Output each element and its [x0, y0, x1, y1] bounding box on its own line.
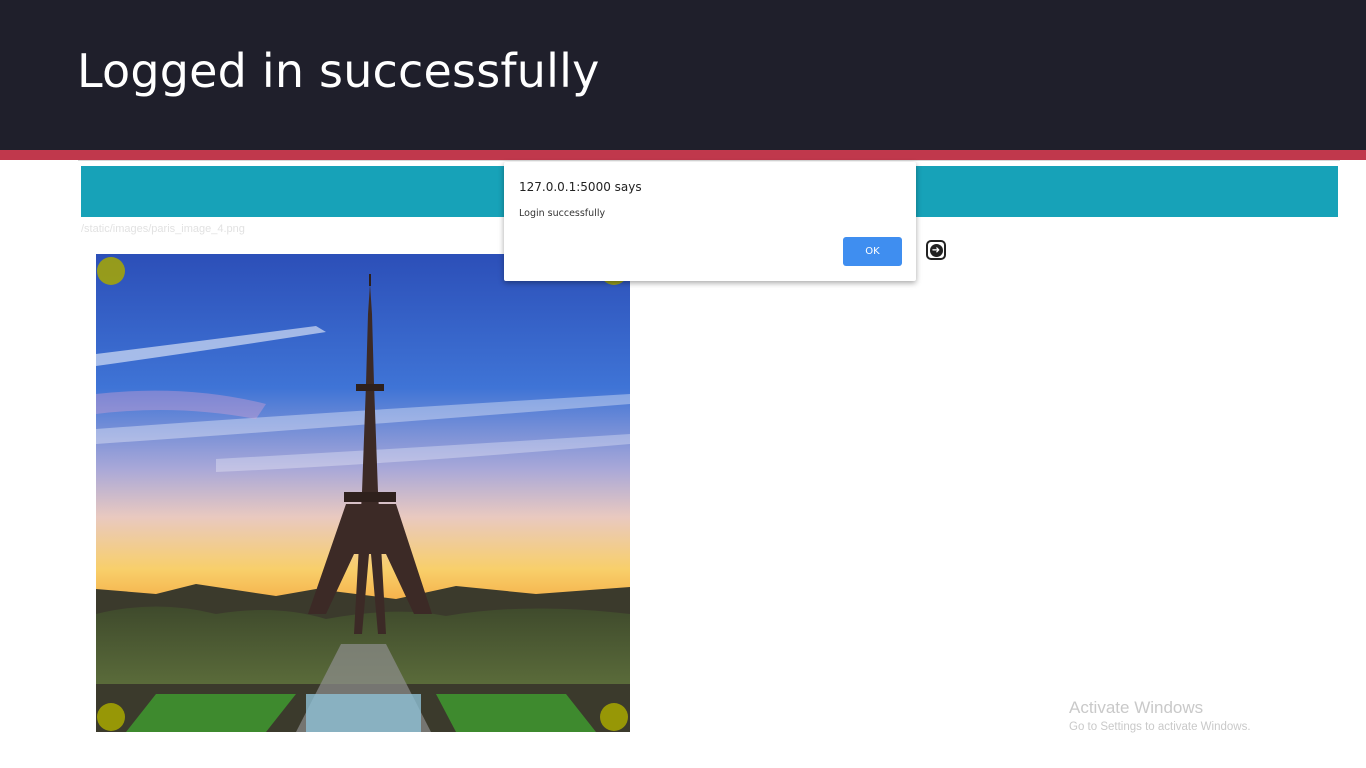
- slide-header: Logged in successfully: [0, 0, 1366, 150]
- alert-dialog: 127.0.0.1:5000 says Login successfully O…: [504, 162, 916, 281]
- watermark-subtitle: Go to Settings to activate Windows.: [1069, 721, 1251, 733]
- arrow-right-circle-icon: ➜: [929, 243, 943, 257]
- watermark-title: Activate Windows: [1069, 698, 1204, 717]
- alert-message: Login successfully: [519, 208, 606, 219]
- ok-button[interactable]: OK: [843, 237, 902, 266]
- next-arrow-button[interactable]: ➜: [926, 240, 946, 260]
- slide-title: Logged in successfully: [77, 44, 600, 98]
- image-path-text: /static/images/paris_image_4.png: [81, 223, 245, 235]
- windows-activation-watermark: Activate Windows Go to Settings to activ…: [1069, 698, 1251, 733]
- eiffel-tower-photo[interactable]: [96, 254, 630, 732]
- alert-title: 127.0.0.1:5000 says: [519, 180, 642, 194]
- accent-bar: [0, 150, 1366, 160]
